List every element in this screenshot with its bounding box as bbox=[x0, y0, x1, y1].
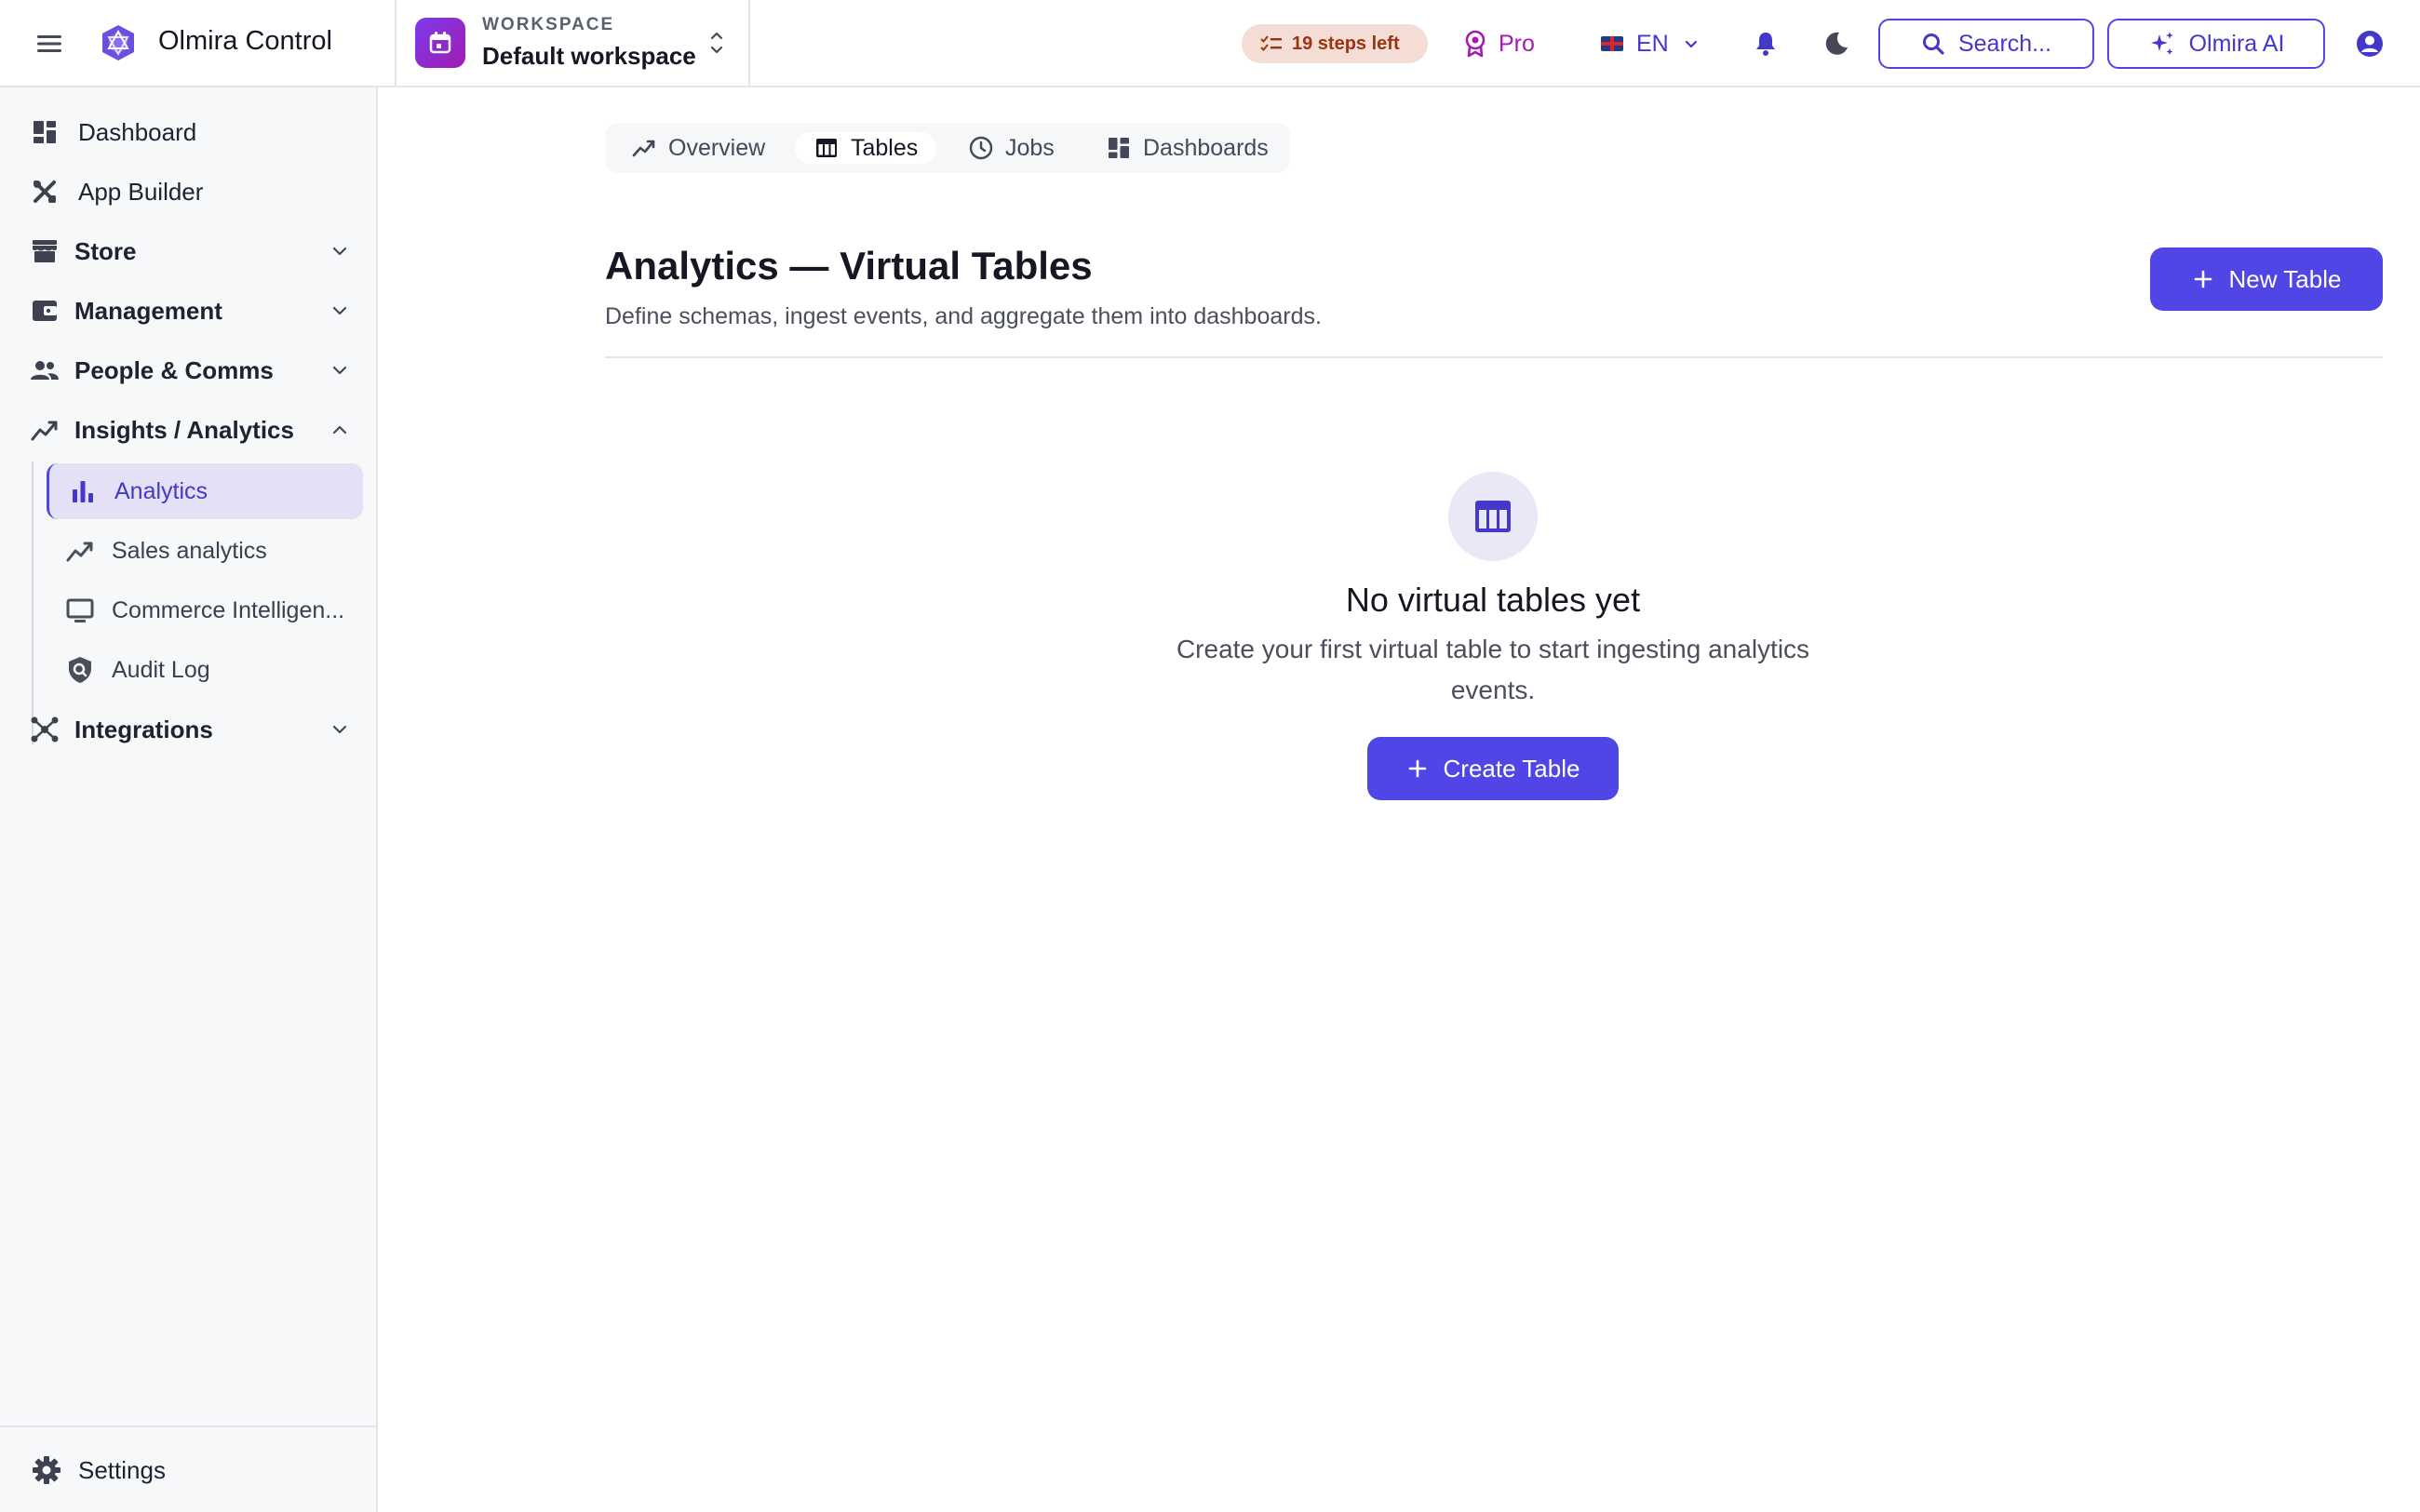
chevron-down-icon bbox=[332, 306, 347, 315]
sidebar-item-label: Dashboard bbox=[78, 117, 197, 146]
sidebar-item-label: Store bbox=[74, 236, 137, 265]
page-title: Analytics — Virtual Tables bbox=[605, 244, 1093, 288]
sidebar-item-label: Commerce Intelligen... bbox=[112, 596, 345, 623]
dashboard-icon bbox=[1109, 138, 1129, 158]
uk-flag-icon bbox=[1601, 36, 1623, 51]
sidebar-item-insights-analytics[interactable]: Insights / Analytics bbox=[0, 404, 376, 456]
search-label: Search... bbox=[1957, 30, 2052, 57]
pro-plan-link[interactable]: Pro bbox=[1463, 24, 1535, 63]
award-icon bbox=[1465, 30, 1486, 58]
sidebar-item-audit-log[interactable]: Audit Log bbox=[47, 642, 363, 698]
top-bar: Olmira Control WORKSPACE Default workspa… bbox=[0, 0, 2420, 87]
calendar-icon bbox=[415, 18, 465, 68]
app-name: Olmira Control bbox=[158, 26, 332, 56]
tab-overview[interactable]: Overview bbox=[612, 132, 784, 164]
workspace-caption: WORKSPACE bbox=[482, 15, 615, 34]
shield-icon bbox=[69, 657, 91, 683]
chevron-down-icon bbox=[332, 725, 347, 734]
chevron-down-icon bbox=[332, 366, 347, 375]
create-table-button[interactable]: Create Table bbox=[1367, 737, 1619, 800]
page-subtitle: Define schemas, ingest events, and aggre… bbox=[605, 303, 1322, 329]
language-label: EN bbox=[1636, 30, 1669, 57]
people-icon bbox=[31, 361, 59, 380]
section-tabs: Overview Tables Jobs Dashboards bbox=[605, 123, 1290, 173]
create-table-label: Create Table bbox=[1443, 754, 1580, 783]
search-button[interactable]: Search... bbox=[1878, 19, 2094, 69]
sidebar-item-label: Insights / Analytics bbox=[74, 415, 294, 444]
sidebar-item-label: Integrations bbox=[74, 715, 213, 743]
sidebar-item-app-builder[interactable]: App Builder bbox=[0, 166, 376, 218]
app-builder-icon bbox=[34, 181, 56, 203]
new-table-button[interactable]: New Table bbox=[2150, 248, 2383, 311]
steps-left-label: 19 steps left bbox=[1292, 33, 1400, 54]
chevron-up-icon bbox=[332, 425, 347, 435]
workspace-name: Default workspace bbox=[482, 42, 696, 70]
ai-label: Olmira AI bbox=[2188, 30, 2285, 57]
brand-area: Olmira Control bbox=[0, 0, 397, 86]
steps-left-badge[interactable]: 19 steps left bbox=[1242, 24, 1428, 63]
sidebar-item-commerce-intelligence[interactable]: Commerce Intelligen... bbox=[47, 582, 363, 638]
menu-icon[interactable] bbox=[35, 32, 63, 56]
chevron-down-icon bbox=[332, 247, 347, 256]
tab-jobs[interactable]: Jobs bbox=[949, 132, 1073, 164]
olmira-ai-button[interactable]: Olmira AI bbox=[2107, 19, 2325, 69]
sidebar-item-label: Management bbox=[74, 296, 222, 325]
language-selector[interactable]: EN bbox=[1601, 24, 1701, 63]
bar-chart-icon bbox=[73, 481, 93, 502]
empty-state-title: No virtual tables yet bbox=[1345, 581, 1641, 619]
trending-icon bbox=[632, 140, 655, 157]
empty-state-description: Create your first virtual table to start… bbox=[1176, 635, 1810, 704]
sidebar-item-store[interactable]: Store bbox=[0, 225, 376, 277]
sidebar: Dashboard App Builder Store Management P… bbox=[0, 87, 378, 1512]
dashboard-icon bbox=[34, 121, 56, 143]
workspace-switcher[interactable]: WORKSPACE Default workspace bbox=[397, 0, 750, 86]
sidebar-item-label: People & Comms bbox=[74, 355, 274, 384]
plus-icon bbox=[2194, 270, 2212, 288]
checklist-icon bbox=[1260, 35, 1282, 51]
chevron-down-icon bbox=[1685, 40, 1697, 48]
sidebar-item-management[interactable]: Management bbox=[0, 285, 376, 337]
sidebar-item-dashboard[interactable]: Dashboard bbox=[0, 106, 376, 158]
chevron-up-down-icon bbox=[706, 26, 728, 60]
tab-dashboards[interactable]: Dashboards bbox=[1087, 132, 1287, 164]
olmira-logo-icon bbox=[99, 23, 138, 62]
trending-icon bbox=[66, 542, 93, 562]
table-icon bbox=[816, 139, 837, 157]
sidebar-item-settings[interactable]: Settings bbox=[0, 1444, 376, 1496]
plus-icon bbox=[1408, 759, 1426, 778]
header-divider bbox=[605, 356, 2383, 358]
sidebar-item-analytics[interactable]: Analytics bbox=[47, 463, 363, 519]
plan-label: Pro bbox=[1499, 30, 1535, 57]
tab-tables[interactable]: Tables bbox=[795, 132, 937, 164]
sidebar-item-label: Audit Log bbox=[112, 656, 210, 683]
settings-label: Settings bbox=[78, 1455, 166, 1484]
search-icon bbox=[1922, 33, 1944, 55]
sidebar-item-sales-analytics[interactable]: Sales analytics bbox=[47, 523, 363, 579]
sidebar-item-label: Analytics bbox=[114, 477, 208, 504]
sidebar-item-label: Sales analytics bbox=[112, 537, 267, 564]
sidebar-item-people-comms[interactable]: People & Comms bbox=[0, 344, 376, 396]
clock-icon bbox=[969, 136, 993, 160]
tab-label: Overview bbox=[668, 134, 766, 161]
sidebar-item-integrations[interactable]: Integrations bbox=[0, 703, 376, 756]
tab-label: Jobs bbox=[1005, 134, 1055, 161]
account-icon[interactable] bbox=[2355, 29, 2385, 59]
sub-nav-rail bbox=[32, 462, 34, 744]
moon-icon[interactable] bbox=[1822, 30, 1850, 58]
empty-state-table-icon bbox=[1448, 472, 1538, 561]
sidebar-item-label: App Builder bbox=[78, 177, 204, 206]
monitor-icon bbox=[66, 598, 94, 622]
tab-label: Dashboards bbox=[1143, 134, 1269, 161]
wallet-icon bbox=[33, 301, 57, 321]
sidebar-footer: Settings bbox=[0, 1425, 376, 1512]
new-table-label: New Table bbox=[2228, 264, 2342, 293]
tab-label: Tables bbox=[851, 134, 919, 161]
sparkles-icon bbox=[2150, 32, 2173, 55]
trending-icon bbox=[31, 421, 58, 441]
integrations-icon bbox=[31, 716, 59, 743]
bell-icon[interactable] bbox=[1752, 30, 1780, 58]
store-icon bbox=[33, 240, 57, 262]
gear-icon bbox=[33, 1456, 60, 1484]
